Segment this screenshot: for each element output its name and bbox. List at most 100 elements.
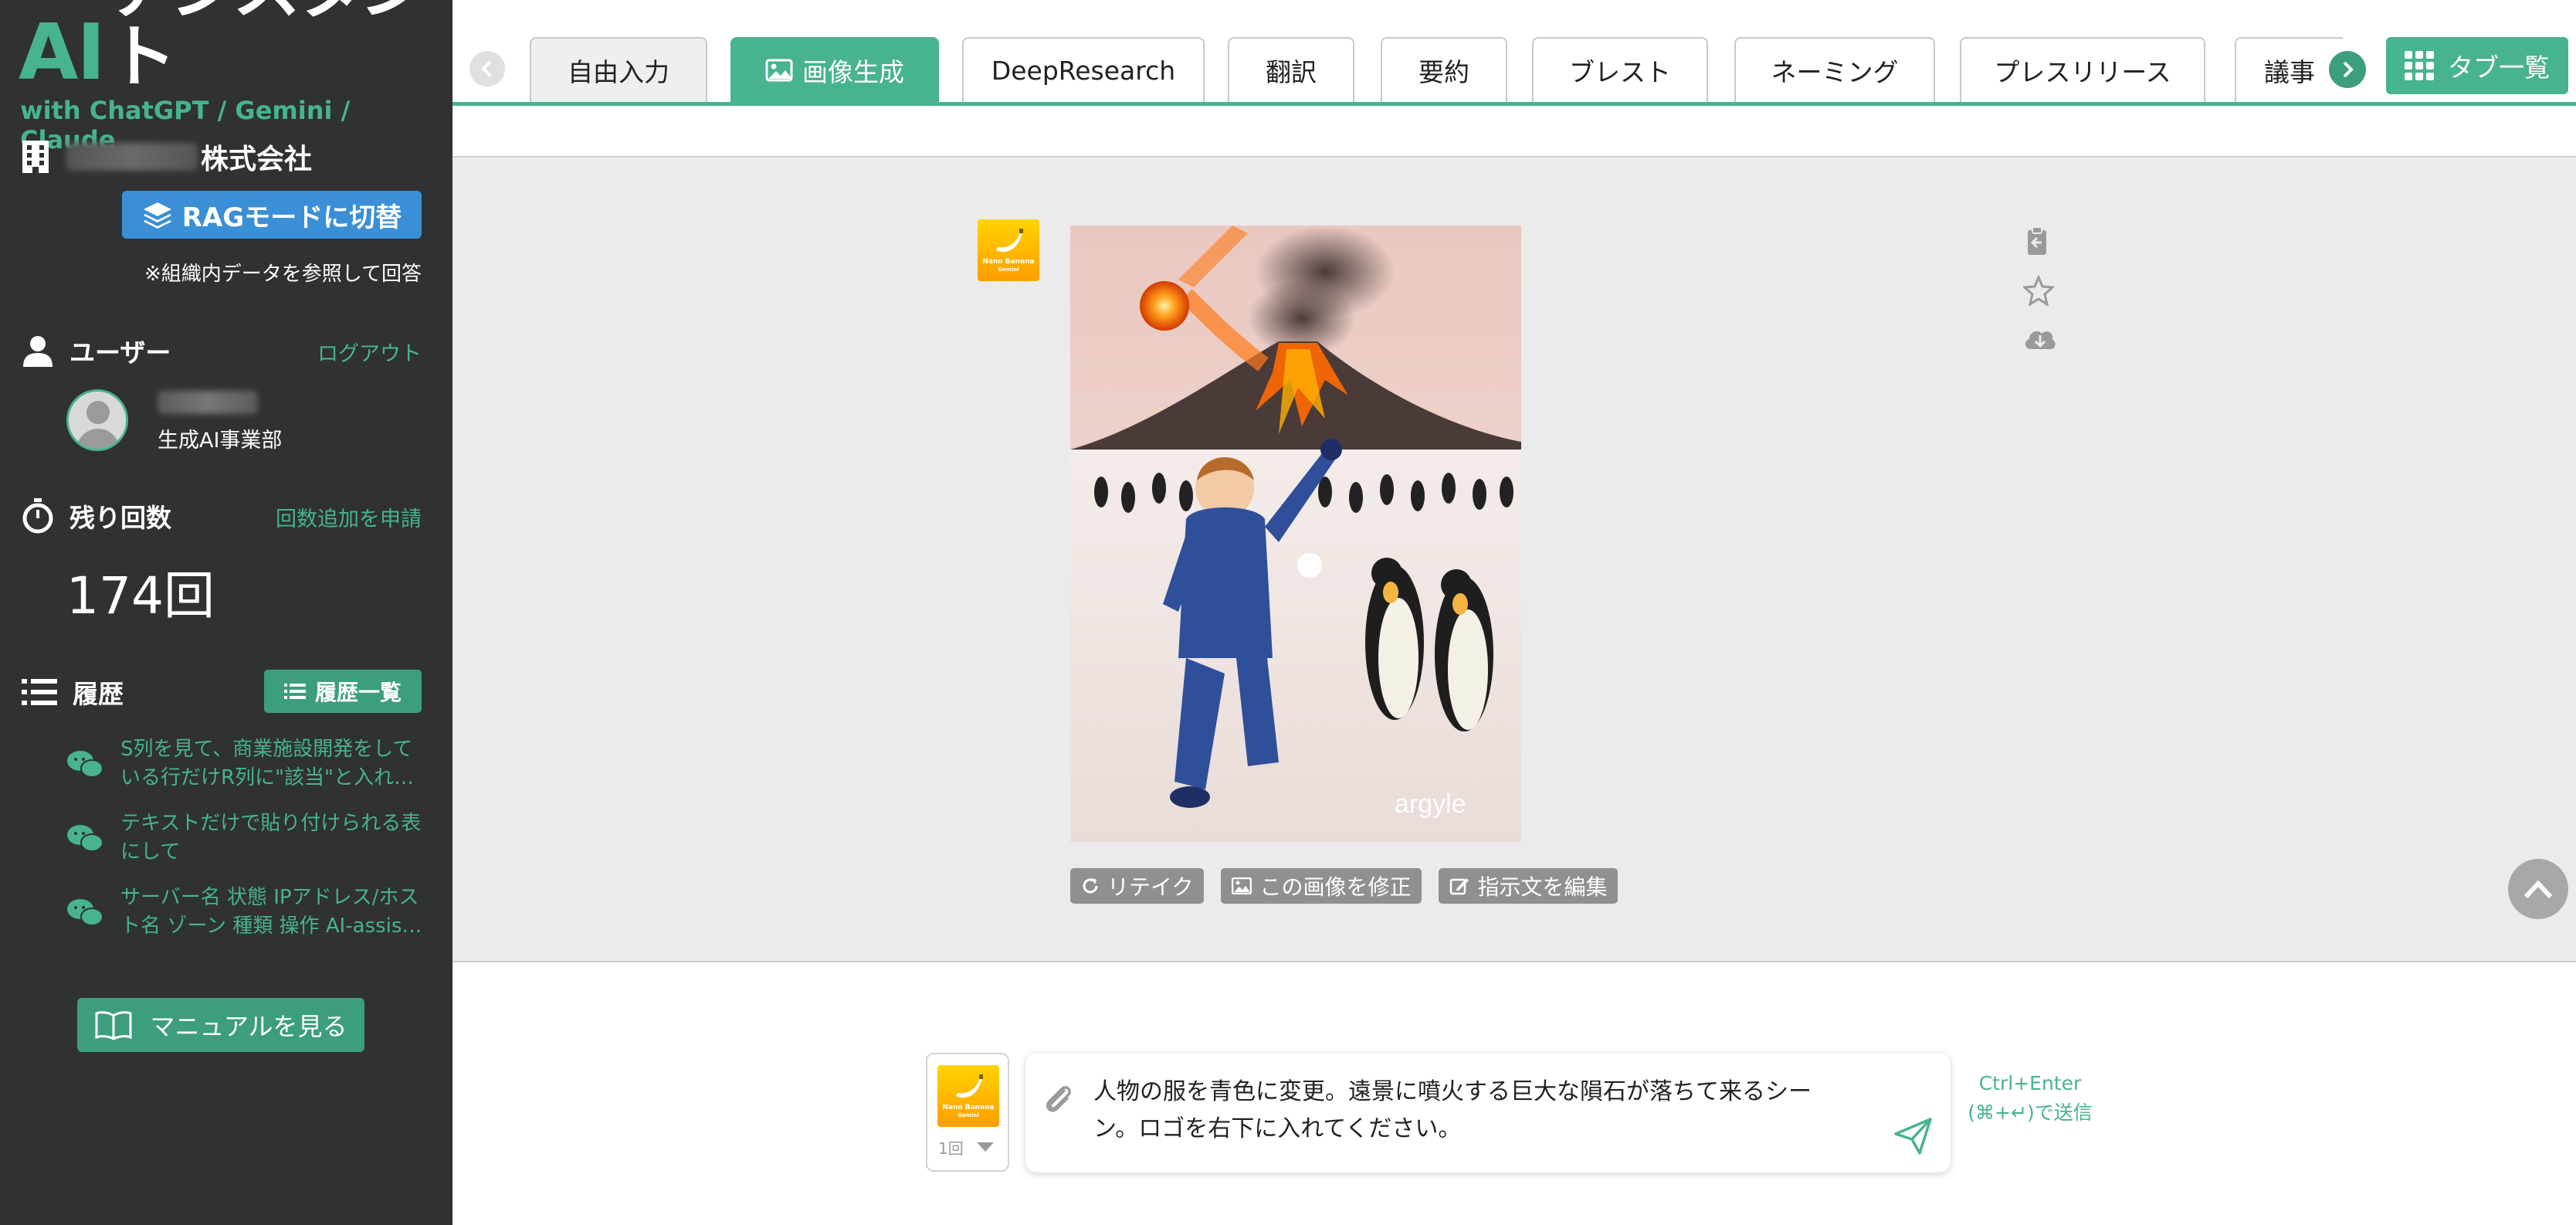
manual-label: マニュアルを見る (150, 1012, 347, 1041)
chevron-up-icon (2523, 880, 2553, 899)
tab-divider (452, 156, 2576, 158)
rag-mode-label: RAGモードに切替 (181, 202, 402, 233)
banana-icon (956, 1074, 983, 1098)
prompt-input[interactable]: 人物の服を青色に変更。遠景に噴火する巨大な隕石が落ちて来るシー ン。ロゴを右下に… (1025, 1054, 1951, 1172)
logo-ai-text: AI (19, 7, 106, 97)
history-item[interactable]: サーバー名 状態 IPアドレス/ホス ト名 ゾーン 種類 操作 AI-assis… (66, 884, 429, 941)
tab-image-gen[interactable]: 画像生成 (730, 37, 939, 102)
edit-prompt-label: 指示文を編集 (1477, 874, 1608, 900)
retake-button[interactable]: リテイク (1070, 868, 1205, 904)
tab-bar: 自由入力 画像生成 DeepResearch 翻訳 要約 ブレスト ネーミング … (452, 0, 2576, 158)
history-item-text: いる行だけR列に"該当"と入れ… (120, 766, 414, 789)
tab-summary[interactable]: 要約 (1381, 37, 1507, 102)
nano-banana-badge: Nano Banana Gemini (978, 219, 1039, 281)
send-icon[interactable] (1893, 1117, 1934, 1155)
stopwatch-icon (22, 498, 53, 534)
image-icon (765, 59, 793, 82)
edit-prompt-button[interactable]: 指示文を編集 (1439, 868, 1618, 904)
badge-label: Nano Banana (982, 258, 1035, 266)
prompt-text-line: ン。ロゴを右下に入れてください。 (1093, 1115, 1462, 1142)
remaining-section-title: 残り回数 (22, 497, 171, 534)
send-hint-line: Ctrl+Enter (1978, 1072, 2082, 1094)
tab-label: 翻訳 (1266, 57, 1317, 87)
prompt-text: 人物の服を青色に変更。遠景に噴火する巨大な隕石が落ちて来るシー ン。ロゴを右下に… (1093, 1074, 1866, 1148)
history-item-text: にして (120, 840, 181, 864)
history-item-text: サーバー名 状態 IPアドレス/ホス (120, 886, 419, 909)
chat-bubbles-icon (67, 751, 103, 778)
tab-label: プレスリリース (1994, 57, 2171, 87)
history-list-label: 履歴一覧 (314, 680, 402, 705)
tab-label: ネーミング (1771, 57, 1899, 87)
tab-translate[interactable]: 翻訳 (1228, 37, 1354, 102)
chat-bubbles-icon (67, 825, 103, 852)
sidebar: AI アシスタント with ChatGPT / Gemini / Claude… (0, 0, 452, 1225)
tab-label: 議事 (2264, 57, 2315, 87)
tab-press-release[interactable]: プレスリリース (1960, 37, 2205, 102)
user-icon (23, 336, 53, 367)
history-list-button[interactable]: 履歴一覧 (264, 670, 422, 713)
banana-icon (996, 229, 1023, 253)
remaining-section-label: 残り回数 (69, 503, 171, 533)
logo-title-text: アシスタント (108, 0, 427, 97)
tab-label: 画像生成 (802, 57, 904, 87)
image-icon (1232, 877, 1252, 894)
history-item-text: ト名 ゾーン 種類 操作 AI-assis… (120, 915, 422, 938)
paperclip-icon[interactable] (1042, 1081, 1073, 1115)
image-actions: リテイク この画像を修正 指示文を編集 (1070, 868, 1618, 904)
badge-label: Nano Banana (942, 1104, 995, 1111)
send-shortcut-hint: Ctrl+Enter (⌘+↵)で送信 (1966, 1069, 2094, 1128)
avatar (66, 389, 128, 451)
tab-list-button[interactable]: タブ一覧 (2386, 37, 2568, 94)
tab-brainstorm[interactable]: ブレスト (1532, 37, 1708, 102)
request-more-link[interactable]: 回数追加を申請 (276, 502, 422, 532)
scroll-to-top-button[interactable] (2508, 859, 2568, 919)
badge-sub: Gemini (998, 266, 1019, 273)
tab-naming[interactable]: ネーミング (1734, 37, 1935, 102)
tab-deepresearch[interactable]: DeepResearch (962, 37, 1205, 102)
edit-image-button[interactable]: この画像を修正 (1221, 868, 1422, 904)
building-icon (22, 141, 49, 173)
tab-list-label: タブ一覧 (2448, 53, 2550, 83)
model-badge: Nano Banana Gemini (937, 1065, 999, 1127)
rag-note: ※組織内データを参照して回答 (144, 263, 422, 286)
rag-mode-button[interactable]: RAGモードに切替 (122, 191, 422, 239)
send-hint-line: (⌘+↵)で送信 (1968, 1101, 2093, 1124)
history-section-label: 履歴 (73, 679, 124, 709)
user-department: 生成AI事業部 (158, 429, 283, 453)
tabs-next-arrow[interactable] (2329, 51, 2366, 88)
model-count: 1回 (938, 1139, 964, 1158)
layers-icon (143, 202, 171, 229)
grid-icon (2405, 51, 2434, 80)
company-name-redacted (66, 143, 198, 171)
history-item[interactable]: テキストだけで貼り付けられる表 にして (66, 809, 429, 867)
tab-label: 自由入力 (568, 57, 669, 87)
company-suffix: 株式会社 (201, 144, 313, 175)
model-selector[interactable]: Nano Banana Gemini 1回 (926, 1053, 1009, 1172)
app-logo[interactable]: AI アシスタント (19, 0, 452, 97)
clipboard-icon[interactable] (2023, 226, 2051, 256)
tab-underline (452, 102, 2576, 106)
generated-image[interactable]: argyle (1070, 226, 1521, 842)
user-name-redacted (158, 391, 258, 414)
tab-free-input[interactable]: 自由入力 (530, 37, 707, 102)
tab-minutes[interactable]: 議事 (2235, 37, 2343, 102)
history-item-text: S列を見て、商業施設開発をして (120, 738, 413, 761)
cloud-download-icon[interactable] (2023, 324, 2057, 352)
chevron-left-icon (481, 60, 492, 77)
tab-label: DeepResearch (991, 55, 1176, 86)
user-section-title: ユーザー (22, 332, 171, 369)
refresh-icon (1083, 878, 1098, 894)
logout-link[interactable]: ログアウト (317, 337, 422, 367)
edit-icon (1450, 878, 1469, 895)
history-item-text: テキストだけで貼り付けられる表 (120, 812, 422, 835)
image-watermark: argyle (1395, 789, 1466, 819)
remaining-count: 174回 (66, 566, 215, 626)
star-icon[interactable] (2023, 275, 2054, 306)
prompt-text-line: 人物の服を青色に変更。遠景に噴火する巨大な隕石が落ちて来るシー (1093, 1078, 1812, 1105)
list-icon (283, 684, 306, 699)
manual-button[interactable]: マニュアルを見る (77, 998, 364, 1052)
history-item[interactable]: S列を見て、商業施設開発をして いる行だけR列に"該当"と入れ… (66, 735, 429, 792)
message-tools (2023, 226, 2057, 352)
tabs-prev-arrow[interactable] (469, 51, 505, 87)
caret-down-icon (977, 1142, 994, 1152)
